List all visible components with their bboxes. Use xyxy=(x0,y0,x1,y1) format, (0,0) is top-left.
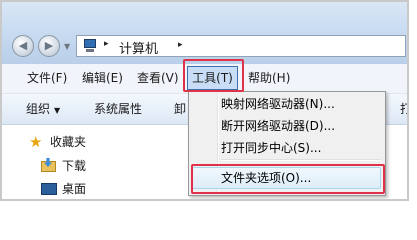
title-area: ◀ ▶ ▼ ▸ 计算机 ▸ xyxy=(2,2,407,64)
folder-options-annotation xyxy=(191,164,385,194)
forward-icon: ▶ xyxy=(44,39,54,52)
address-bar[interactable]: ▸ 计算机 ▸ xyxy=(76,35,406,57)
organize-button[interactable]: 组织 ▼ xyxy=(26,94,60,124)
menu-file[interactable]: 文件(F) xyxy=(27,64,67,93)
download-folder-icon xyxy=(41,158,56,172)
menu-help[interactable]: 帮助(H) xyxy=(248,64,290,93)
computer-icon xyxy=(82,39,98,52)
breadcrumb-computer[interactable]: 计算机 xyxy=(119,38,158,57)
disconnect-network-drive-item[interactable]: 断开网络驱动器(D)... xyxy=(221,115,335,137)
nav-favorites[interactable]: 收藏夹 xyxy=(50,132,86,152)
explorer-window: ◀ ▶ ▼ ▸ 计算机 ▸ 文件(F) 编辑(E) 查看(V) 工具(T) 帮助… xyxy=(0,0,409,201)
system-properties-button[interactable]: 系统属性 xyxy=(94,94,142,124)
breadcrumb-separator[interactable]: ▸ xyxy=(178,40,183,50)
nav-downloads[interactable]: 下载 xyxy=(62,156,86,176)
recent-pages-dropdown[interactable]: ▼ xyxy=(64,42,70,51)
back-icon: ◀ xyxy=(18,39,28,52)
open-control-panel-button[interactable]: 打 xyxy=(400,94,407,124)
menu-view[interactable]: 查看(V) xyxy=(137,64,179,93)
breadcrumb-separator[interactable]: ▸ xyxy=(104,39,109,49)
back-button[interactable]: ◀ xyxy=(12,35,34,57)
forward-button[interactable]: ▶ xyxy=(38,35,60,57)
open-sync-center-item[interactable]: 打开同步中心(S)... xyxy=(221,137,321,159)
organize-label: 组织 xyxy=(26,102,51,116)
map-network-drive-item[interactable]: 映射网络驱动器(N)... xyxy=(221,93,335,115)
menu-divider xyxy=(221,159,381,161)
nav-desktop[interactable]: 桌面 xyxy=(62,179,86,199)
menu-edit[interactable]: 编辑(E) xyxy=(82,64,123,93)
uninstall-button[interactable]: 卸 xyxy=(174,94,186,124)
tools-menu-annotation xyxy=(183,59,244,92)
star-icon: ★ xyxy=(29,133,43,151)
chevron-down-icon: ▼ xyxy=(54,106,61,115)
desktop-icon xyxy=(41,183,57,195)
